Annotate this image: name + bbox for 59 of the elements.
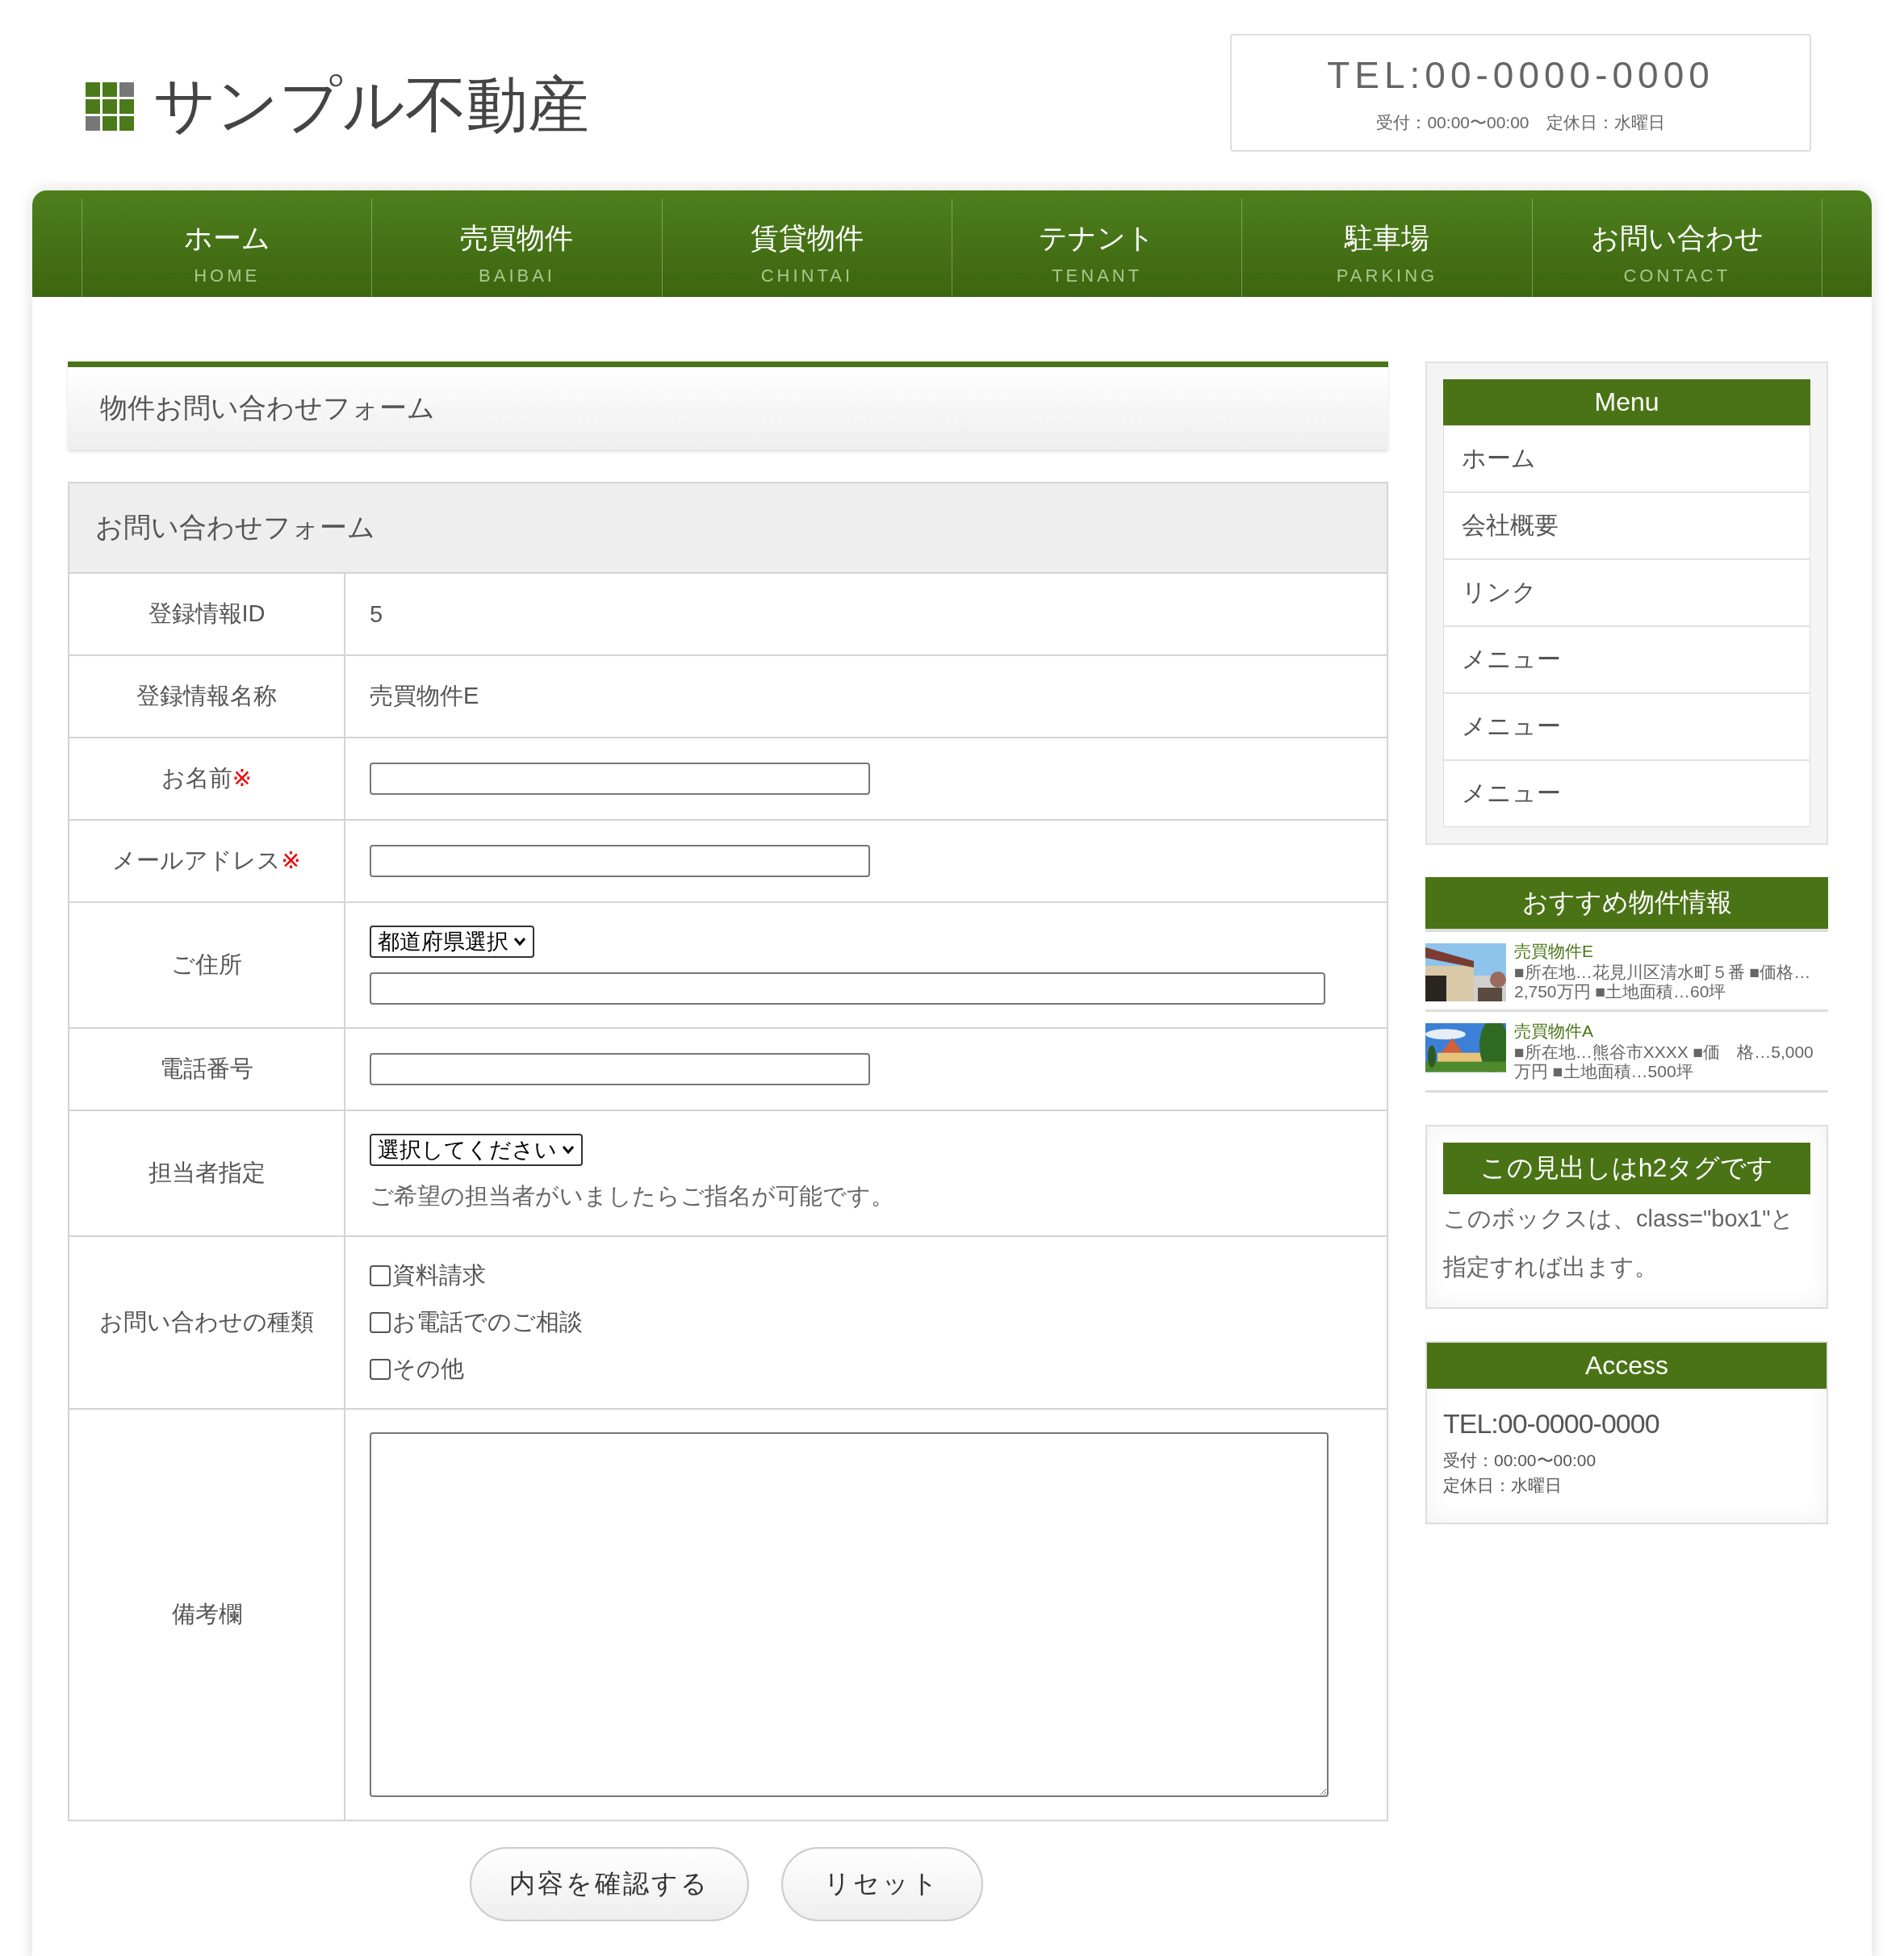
holiday-text: 定休日：水曜日: [1443, 1475, 1563, 1497]
logo-icon: [86, 82, 134, 131]
prefecture-select[interactable]: 都道府県選択: [370, 926, 534, 958]
reset-button[interactable]: リセット: [781, 1847, 983, 1921]
remarks-field[interactable]: [370, 1432, 1329, 1797]
input-field[interactable]: [370, 1053, 870, 1085]
caret-icon: [562, 1145, 575, 1155]
field-label: 備考欄: [171, 1600, 242, 1628]
property-details: ■所在地…熊谷市XXXX ■価 格…5,000万円 ■土地面積…500坪: [1514, 1043, 1814, 1082]
field-value: 5: [370, 600, 384, 628]
nav-item[interactable]: ホーム HOME: [82, 199, 372, 297]
checkbox-label: 資料請求: [392, 1261, 486, 1289]
field-label: メールアドレス※: [112, 846, 301, 875]
caret-icon: [513, 937, 526, 947]
field-label: 電話番号: [160, 1055, 253, 1083]
nav-item[interactable]: 駐車場 PARKING: [1241, 199, 1532, 297]
checkbox[interactable]: [370, 1359, 391, 1380]
field-label: お名前※: [161, 764, 253, 792]
checkbox[interactable]: [370, 1312, 391, 1333]
field-label: 登録情報名称: [136, 682, 277, 710]
box-heading: この見出しはh2タグです: [1443, 1142, 1810, 1194]
menu-item[interactable]: 会社概要: [1444, 493, 1810, 560]
menu-item[interactable]: メニュー: [1444, 694, 1810, 761]
note-text: ご希望の担当者がいましたらご指名が可能です。: [370, 1182, 895, 1210]
field-label: 登録情報ID: [148, 600, 266, 628]
menu-heading: Menu: [1443, 379, 1810, 425]
business-hours: 受付：00:00〜00:00 定休日：水曜日: [1375, 112, 1666, 133]
input-field[interactable]: [370, 763, 870, 795]
business-hours: 受付：00:00〜00:00: [1443, 1449, 1597, 1471]
property-link[interactable]: 売買物件E: [1514, 940, 1828, 963]
menu-item[interactable]: メニュー: [1444, 627, 1810, 694]
box-text: このボックスは、class="box1"と指定すれば出ます。: [1443, 1204, 1796, 1281]
property-link[interactable]: 売買物件A: [1514, 1020, 1828, 1043]
confirm-button[interactable]: 内容を確認する: [470, 1847, 749, 1921]
staff-select[interactable]: 選択してください: [370, 1134, 583, 1166]
field-value: 売買物件E: [370, 682, 480, 710]
site-title[interactable]: サンプル不動産: [153, 65, 589, 148]
access-heading: Access: [1427, 1342, 1827, 1389]
nav-item[interactable]: テナント TENANT: [952, 199, 1242, 297]
phone-number: TEL:00-0000-0000: [1443, 1407, 1660, 1440]
field-label: ご住所: [171, 951, 242, 979]
page-title: 物件お問い合わせフォーム: [68, 362, 1388, 449]
checkbox-label: お電話でのご相談: [392, 1308, 583, 1336]
address-field[interactable]: [370, 972, 1325, 1005]
menu-item[interactable]: リンク: [1444, 560, 1810, 627]
form-title: お問い合わせフォーム: [69, 483, 1387, 574]
recommended-heading: おすすめ物件情報: [1425, 877, 1828, 932]
field-label: 担当者指定: [148, 1159, 266, 1187]
menu-item[interactable]: ホーム: [1444, 426, 1810, 493]
input-field[interactable]: [370, 845, 870, 877]
nav-item[interactable]: 売買物件 BAIBAI: [371, 199, 662, 297]
checkbox[interactable]: [370, 1265, 391, 1286]
property-details: ■所在地…花見川区清水町５番 ■価格…2,750万円 ■土地面積…60坪: [1514, 963, 1812, 1002]
nav-item[interactable]: 賃貸物件 CHINTAI: [661, 199, 952, 297]
menu-item[interactable]: メニュー: [1444, 761, 1810, 826]
checkbox-label: その他: [392, 1355, 464, 1383]
nav-item[interactable]: お問い合わせ CONTACT: [1531, 199, 1822, 297]
phone-number: TEL:00-0000-0000: [1326, 53, 1715, 97]
field-label: お問い合わせの種類: [99, 1308, 314, 1336]
